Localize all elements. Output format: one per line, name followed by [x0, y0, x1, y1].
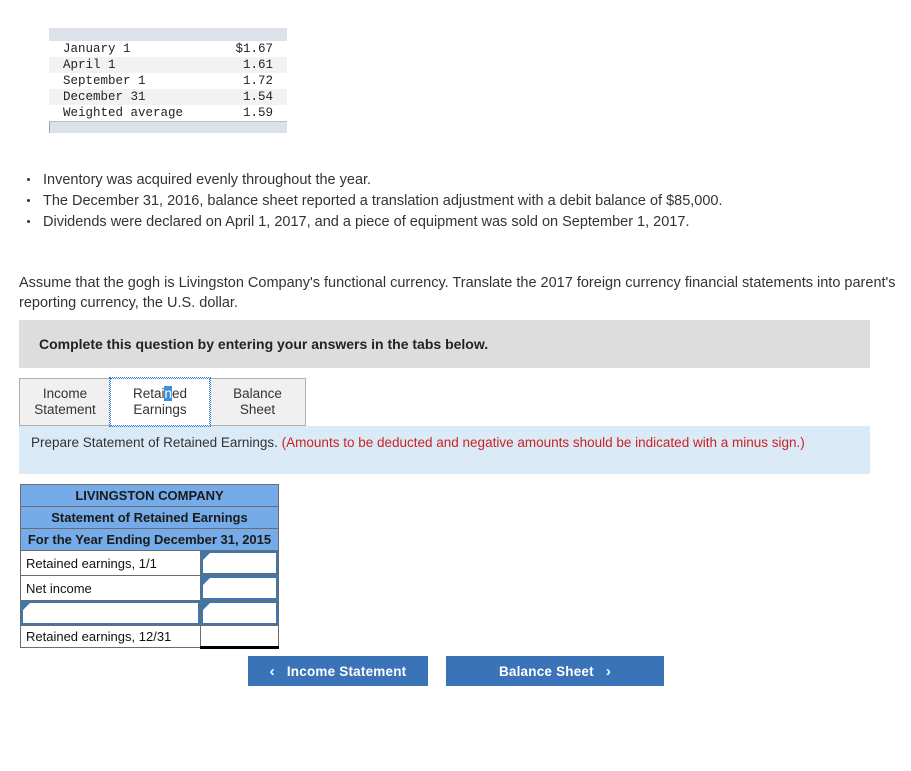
table-row: [20, 600, 279, 626]
bullet-text: Inventory was acquired evenly throughout…: [43, 172, 372, 188]
amount-input-retained-earnings-beginning[interactable]: [201, 551, 278, 575]
statement-of-retained-earnings-table: LIVINGSTON COMPANY Statement of Retained…: [20, 484, 279, 649]
assumption-paragraph: Assume that the gogh is Livingston Compa…: [19, 274, 896, 311]
tab-bar: Income Statement Retained Earnings Balan…: [19, 377, 306, 427]
row-label-retained-earnings-beginning: Retained earnings, 1/1: [20, 550, 201, 576]
table-row: December 31 1.54: [49, 89, 287, 105]
rate-row-value: 1.59: [242, 106, 273, 120]
statement-table-body: LIVINGSTON COMPANY Statement of Retained…: [20, 484, 279, 649]
chevron-left-icon: ‹: [269, 662, 275, 680]
row-value-cell[interactable]: [200, 575, 279, 601]
row-value-total-cell: [200, 625, 279, 649]
tab-balance-sheet[interactable]: Balance Sheet: [209, 378, 306, 426]
row-value-cell[interactable]: [200, 550, 279, 576]
amount-input-blank-row[interactable]: [201, 601, 278, 625]
row-label-cell-blank[interactable]: [20, 600, 201, 626]
tab-retained-earnings-label: Retained Earnings: [133, 386, 187, 418]
tab-income-statement[interactable]: Income Statement: [19, 378, 111, 426]
bullet-text: The December 31, 2016, balance sheet rep…: [43, 193, 723, 209]
rate-table: January 1 $1.67 April 1 1.61 September 1…: [49, 41, 287, 121]
list-item: The December 31, 2016, balance sheet rep…: [27, 191, 907, 211]
account-select-blank-row[interactable]: [21, 601, 200, 625]
tab-label-prefix: Retai: [132, 386, 165, 401]
bullet-text: Dividends were declared on April 1, 2017…: [43, 214, 690, 230]
rate-row-value: 1.61: [220, 57, 287, 73]
row-label-net-income: Net income: [20, 575, 201, 601]
statement-period: For the Year Ending December 31, 2015: [20, 528, 279, 551]
amount-input-net-income[interactable]: [201, 576, 278, 600]
exchange-rate-table: January 1 $1.67 April 1 1.61 September 1…: [49, 28, 287, 133]
rate-table-footer-band: [49, 121, 287, 133]
tab-label-line2: Statement: [34, 402, 96, 417]
table-row: Retained earnings, 12/31: [20, 625, 279, 649]
table-row: September 1 1.72: [49, 73, 287, 89]
list-item: Dividends were declared on April 1, 2017…: [27, 212, 907, 232]
table-row: Retained earnings, 1/1: [20, 550, 279, 576]
question-banner-text: Complete this question by entering your …: [39, 336, 489, 352]
statement-title: Statement of Retained Earnings: [20, 506, 279, 529]
chevron-right-icon: ›: [605, 662, 612, 680]
statement-title-row-2: Statement of Retained Earnings: [20, 506, 279, 529]
question-banner: Complete this question by entering your …: [19, 320, 870, 368]
list-item: Inventory was acquired evenly throughout…: [27, 170, 907, 190]
instruction-red-text: (Amounts to be deducted and negative amo…: [281, 435, 805, 450]
tab-income-statement-label: Income Statement: [34, 386, 96, 418]
rate-table-header-band: [49, 28, 287, 41]
next-balance-sheet-button[interactable]: Balance Sheet ›: [446, 656, 664, 686]
rate-row-value: $1.67: [235, 42, 273, 56]
tab-label-line2: Earnings: [133, 402, 187, 417]
instruction-bar: Prepare Statement of Retained Earnings. …: [19, 426, 870, 474]
statement-title-row-1: LIVINGSTON COMPANY: [20, 484, 279, 507]
rate-row-value: 1.54: [220, 89, 287, 105]
tab-label-selected-char: n: [164, 386, 172, 401]
tab-balance-sheet-label: Balance Sheet: [233, 386, 282, 417]
previous-button-label: Income Statement: [286, 663, 407, 679]
table-row: January 1 $1.67: [49, 41, 287, 57]
tab-retained-earnings[interactable]: Retained Earnings: [109, 377, 211, 427]
rate-row-label: April 1: [49, 57, 221, 73]
rate-row-label: September 1: [63, 74, 146, 88]
tab-label-suffix: ed: [172, 386, 188, 401]
statement-title-row-3: For the Year Ending December 31, 2015: [20, 528, 279, 551]
rate-row-label: Weighted average: [63, 106, 184, 120]
statement-company-name: LIVINGSTON COMPANY: [20, 484, 279, 507]
rate-row-label: January 1: [63, 42, 131, 56]
rate-table-body: January 1 $1.67 April 1 1.61 September 1…: [49, 41, 287, 121]
row-value-cell[interactable]: [200, 600, 279, 626]
previous-income-statement-button[interactable]: ‹ Income Statement: [248, 656, 428, 686]
facts-bullet-list: Inventory was acquired evenly throughout…: [19, 170, 907, 233]
instruction-black-text: Prepare Statement of Retained Earnings.: [31, 435, 278, 450]
rate-row-value: 1.72: [242, 74, 273, 88]
tab-label-line1: Income: [42, 386, 88, 401]
row-label-retained-earnings-ending: Retained earnings, 12/31: [20, 625, 201, 648]
table-row: Weighted average 1.59: [49, 105, 287, 121]
table-row: Net income: [20, 575, 279, 601]
table-row: April 1 1.61: [49, 57, 287, 73]
rate-row-label: December 31: [49, 89, 221, 105]
next-button-label: Balance Sheet: [498, 663, 594, 679]
